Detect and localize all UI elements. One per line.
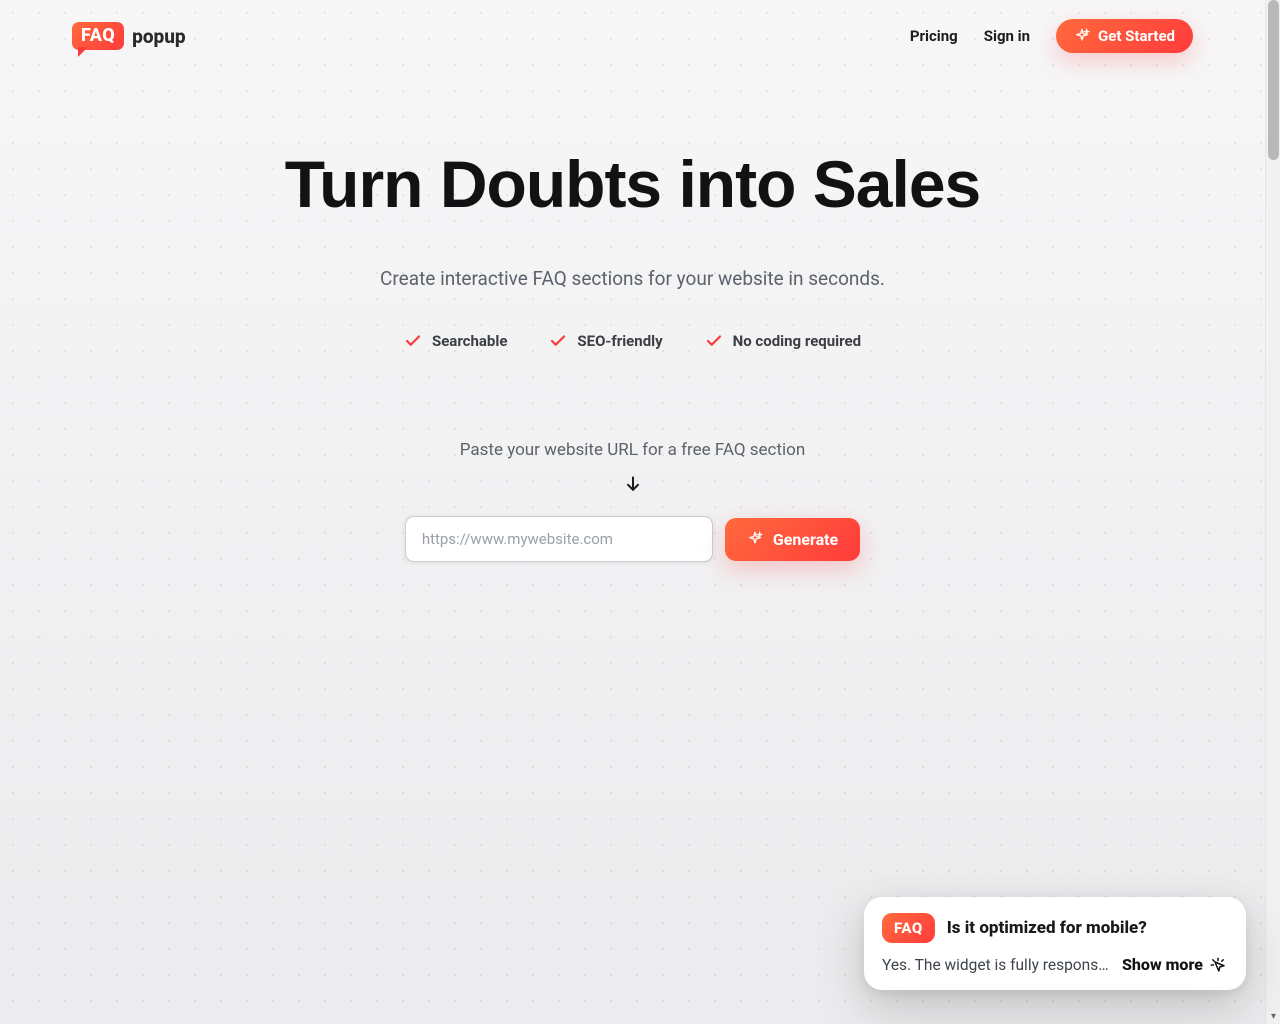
website-url-input[interactable] bbox=[405, 516, 713, 562]
cta-block: Paste your website URL for a free FAQ se… bbox=[405, 440, 860, 562]
feature-nocode: No coding required bbox=[705, 332, 861, 350]
sparkle-icon bbox=[1074, 28, 1090, 44]
get-started-button[interactable]: Get Started bbox=[1056, 19, 1193, 53]
popup-question: Is it optimized for mobile? bbox=[947, 918, 1147, 938]
check-icon bbox=[404, 332, 422, 350]
hero-headline: Turn Doubts into Sales bbox=[285, 150, 980, 219]
popup-body: Yes. The widget is fully responsiv… Show… bbox=[882, 955, 1228, 974]
nav-signin[interactable]: Sign in bbox=[984, 27, 1030, 45]
show-more-label: Show more bbox=[1122, 955, 1203, 974]
scrollbar-track[interactable]: ▾ bbox=[1265, 0, 1280, 1024]
get-started-label: Get Started bbox=[1098, 27, 1175, 45]
arrow-down-icon bbox=[623, 474, 643, 494]
cursor-click-icon bbox=[1209, 956, 1227, 974]
nav-pricing[interactable]: Pricing bbox=[910, 27, 958, 45]
popup-header: FAQ Is it optimized for mobile? bbox=[882, 913, 1228, 943]
feature-searchable: Searchable bbox=[404, 332, 507, 350]
generate-button[interactable]: Generate bbox=[725, 518, 860, 561]
scrollbar-thumb[interactable] bbox=[1268, 0, 1279, 160]
hero-subtitle: Create interactive FAQ sections for your… bbox=[380, 267, 885, 290]
feature-label: Searchable bbox=[432, 332, 507, 350]
faq-badge: FAQ bbox=[882, 913, 935, 943]
popup-answer: Yes. The widget is fully responsiv… bbox=[882, 956, 1112, 974]
generate-label: Generate bbox=[773, 530, 838, 549]
logo[interactable]: FAQ popup bbox=[72, 22, 186, 50]
sparkle-icon bbox=[747, 531, 763, 547]
check-icon bbox=[705, 332, 723, 350]
nav-right: Pricing Sign in Get Started bbox=[910, 19, 1193, 53]
check-icon bbox=[549, 332, 567, 350]
scrollbar-down-arrow[interactable]: ▾ bbox=[1266, 1009, 1280, 1024]
show-more-link[interactable]: Show more bbox=[1122, 955, 1227, 974]
hero-features: Searchable SEO-friendly No coding requir… bbox=[404, 332, 861, 350]
cta-hint: Paste your website URL for a free FAQ se… bbox=[460, 440, 806, 460]
logo-suffix: popup bbox=[132, 25, 185, 48]
feature-seo: SEO-friendly bbox=[549, 332, 662, 350]
top-nav: FAQ popup Pricing Sign in Get Started bbox=[0, 8, 1265, 64]
feature-label: SEO-friendly bbox=[577, 332, 662, 350]
url-input-row: Generate bbox=[405, 516, 860, 562]
faq-popup-widget[interactable]: FAQ Is it optimized for mobile? Yes. The… bbox=[864, 897, 1246, 990]
hero: Turn Doubts into Sales Create interactiv… bbox=[0, 150, 1265, 562]
feature-label: No coding required bbox=[733, 332, 861, 350]
logo-badge: FAQ bbox=[72, 22, 124, 50]
